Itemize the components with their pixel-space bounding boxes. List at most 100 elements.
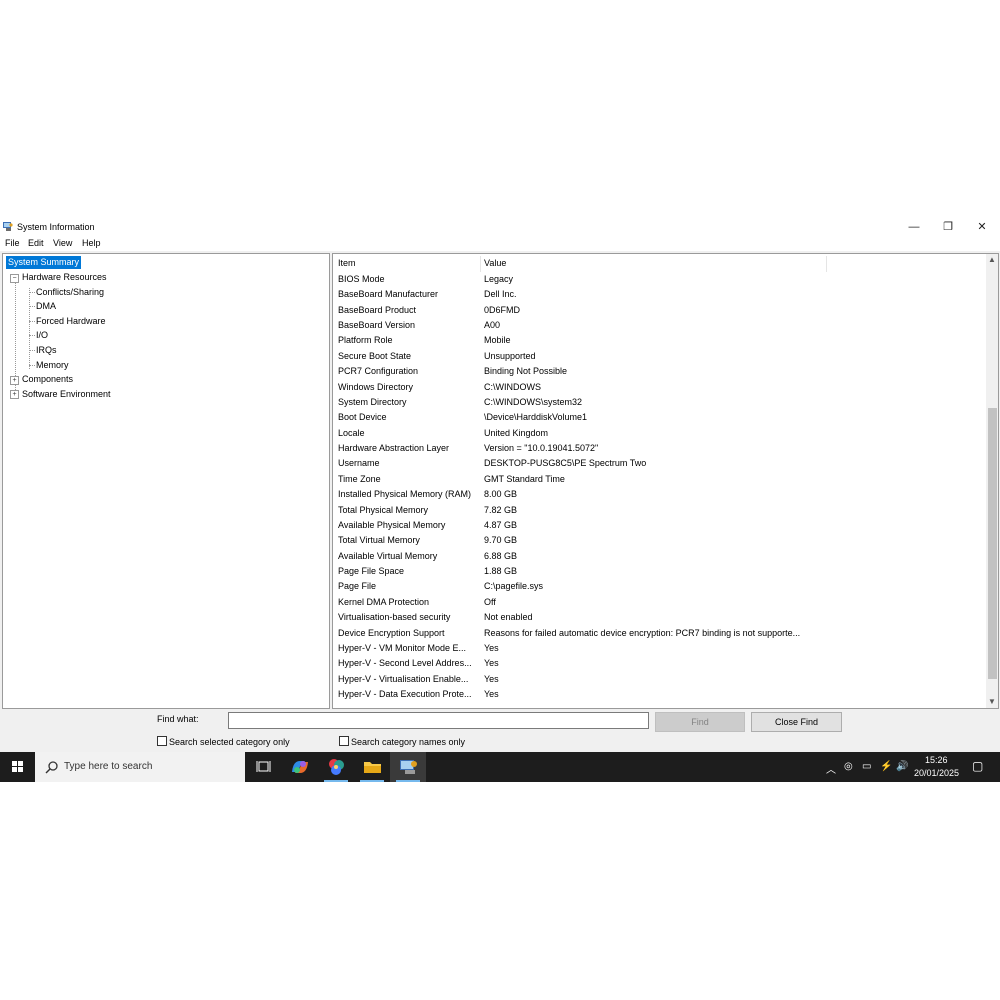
tree-item-system-summary[interactable]: System Summary: [6, 256, 82, 269]
search-icon: [45, 761, 58, 774]
notification-icon[interactable]: ▢: [972, 759, 983, 773]
table-row[interactable]: Page File C:\pagefile.sys: [333, 581, 983, 596]
table-row[interactable]: Hyper-V - Virtualisation Enable... Yes: [333, 674, 983, 689]
taskbar-app-file-explorer[interactable]: [354, 752, 390, 782]
taskbar-app-system-information[interactable]: [390, 752, 426, 782]
clock-date[interactable]: 20/01/2025: [914, 768, 959, 778]
table-row[interactable]: Available Physical Memory 4.87 GB: [333, 520, 983, 535]
table-row[interactable]: Device Encryption Support Reasons for fai…: [333, 628, 983, 643]
table-row[interactable]: BaseBoard Product 0D6FMD: [333, 305, 983, 320]
table-row[interactable]: System Directory C:\WINDOWS\system32: [333, 397, 983, 412]
menu-bar: File Edit View Help: [0, 237, 1000, 251]
table-row[interactable]: Page File Space 1.88 GB: [333, 566, 983, 581]
close-find-button[interactable]: Close Find: [751, 712, 842, 732]
clock-time[interactable]: 15:26: [925, 755, 948, 765]
folder-icon: [364, 762, 381, 773]
table-row[interactable]: BaseBoard Manufacturer Dell Inc.: [333, 289, 983, 304]
tree-item-software-environment[interactable]: Software Environment: [22, 388, 111, 401]
tree-item-io[interactable]: I/O: [36, 329, 48, 342]
tree-connector: [29, 335, 35, 336]
checkbox-box[interactable]: [157, 736, 167, 746]
search-selected-category-checkbox[interactable]: Search selected category only: [157, 736, 290, 747]
column-divider[interactable]: [826, 256, 827, 272]
table-row[interactable]: Secure Boot State Unsupported: [333, 351, 983, 366]
tree-item-hardware-resources[interactable]: Hardware Resources: [22, 271, 107, 284]
table-row[interactable]: Platform Role Mobile: [333, 335, 983, 350]
table-row[interactable]: Windows Directory C:\WINDOWS: [333, 382, 983, 397]
table-row[interactable]: Total Physical Memory 7.82 GB: [333, 505, 983, 520]
table-row[interactable]: BIOS Mode Legacy: [333, 274, 983, 289]
table-row[interactable]: Kernel DMA Protection Off: [333, 597, 983, 612]
row-item: Total Virtual Memory: [338, 535, 420, 546]
table-row[interactable]: Hyper-V - Second Level Addres... Yes: [333, 658, 983, 673]
minimize-button[interactable]: —: [898, 217, 930, 237]
column-divider[interactable]: [480, 256, 481, 272]
find-input[interactable]: [228, 712, 649, 729]
collapse-icon[interactable]: −: [10, 274, 19, 283]
system-information-icon: [400, 760, 417, 774]
restore-button[interactable]: ❐: [932, 217, 964, 237]
row-value: DESKTOP-PUSG8C5\PE Spectrum Two: [484, 458, 647, 469]
menu-view[interactable]: View: [53, 238, 72, 248]
close-button[interactable]: ✕: [966, 217, 998, 237]
search-category-names-checkbox[interactable]: Search category names only: [339, 736, 465, 747]
volume-icon[interactable]: 🔊: [896, 761, 908, 772]
tree-item-memory[interactable]: Memory: [36, 359, 69, 372]
menu-help[interactable]: Help: [82, 238, 101, 248]
table-row[interactable]: Locale United Kingdom: [333, 428, 983, 443]
taskbar-search-box[interactable]: Type here to search: [35, 752, 245, 782]
table-row[interactable]: Username DESKTOP-PUSG8C5\PE Spectrum Two: [333, 458, 983, 473]
tree-item-dma[interactable]: DMA: [36, 300, 56, 313]
battery-icon[interactable]: ▭: [862, 761, 871, 772]
details-list[interactable]: Item Value BIOS Mode Legacy BaseBoard Manu…: [332, 253, 999, 709]
tree-item-components[interactable]: Components: [22, 373, 73, 386]
meet-now-icon[interactable]: ◎: [844, 761, 853, 772]
table-row[interactable]: Virtualisation-based security Not enabled: [333, 612, 983, 627]
table-row[interactable]: Available Virtual Memory 6.88 GB: [333, 551, 983, 566]
tree-item-irqs[interactable]: IRQs: [36, 344, 57, 357]
checkbox-box[interactable]: [339, 736, 349, 746]
row-value: A00: [484, 320, 501, 331]
row-value: Unsupported: [484, 350, 536, 361]
chevron-up-icon[interactable]: ︿: [826, 761, 836, 776]
row-value: 0D6FMD: [484, 304, 521, 315]
table-row[interactable]: Boot Device \Device\HarddiskVolume1: [333, 412, 983, 427]
table-row[interactable]: Hyper-V - Data Execution Prote... Yes: [333, 689, 983, 704]
table-row[interactable]: Hardware Abstraction Layer Version = "10.…: [333, 443, 983, 458]
table-row[interactable]: Total Virtual Memory 9.70 GB: [333, 535, 983, 550]
row-item: Page File: [338, 581, 377, 592]
network-icon[interactable]: ⚡: [880, 761, 892, 772]
category-tree[interactable]: System Summary − Hardware Resources Conf…: [2, 253, 330, 709]
expand-icon[interactable]: +: [10, 390, 19, 399]
table-row[interactable]: Installed Physical Memory (RAM) 8.00 GB: [333, 489, 983, 504]
row-item: Platform Role: [338, 335, 393, 346]
find-button[interactable]: Find: [655, 712, 745, 732]
system-information-app-icon: [3, 222, 13, 231]
column-header-item[interactable]: Item: [338, 258, 356, 268]
expand-icon[interactable]: +: [10, 376, 19, 385]
table-row[interactable]: BaseBoard Version A00: [333, 320, 983, 335]
tree-item-forced-hardware[interactable]: Forced Hardware: [36, 315, 106, 328]
menu-edit[interactable]: Edit: [28, 238, 44, 248]
scroll-up-icon[interactable]: ▲: [986, 254, 998, 266]
table-row[interactable]: Time Zone GMT Standard Time: [333, 474, 983, 489]
task-view-button[interactable]: [246, 752, 282, 782]
row-value: C:\pagefile.sys: [484, 581, 544, 592]
scroll-thumb[interactable]: [988, 407, 997, 679]
row-item: Hyper-V - Virtualisation Enable...: [338, 673, 469, 684]
menu-file[interactable]: File: [5, 238, 20, 248]
row-value: 9.70 GB: [484, 535, 518, 546]
start-button[interactable]: [0, 752, 35, 782]
vertical-scrollbar[interactable]: ▲ ▼: [986, 254, 998, 708]
taskbar-app-paint[interactable]: [318, 752, 354, 782]
row-item: PCR7 Configuration: [338, 366, 419, 377]
row-value: Yes: [484, 658, 499, 669]
table-row[interactable]: Hyper-V - VM Monitor Mode E... Yes: [333, 643, 983, 658]
color-circles-icon: [329, 759, 344, 775]
column-header-value[interactable]: Value: [484, 258, 506, 268]
taskbar-app-copilot[interactable]: [282, 752, 318, 782]
tree-connector: [29, 292, 35, 293]
title-bar[interactable]: System Information — ❐ ✕: [0, 217, 1000, 237]
tree-item-conflicts-sharing[interactable]: Conflicts/Sharing: [36, 286, 104, 299]
table-row[interactable]: PCR7 Configuration Binding Not Possible: [333, 366, 983, 381]
